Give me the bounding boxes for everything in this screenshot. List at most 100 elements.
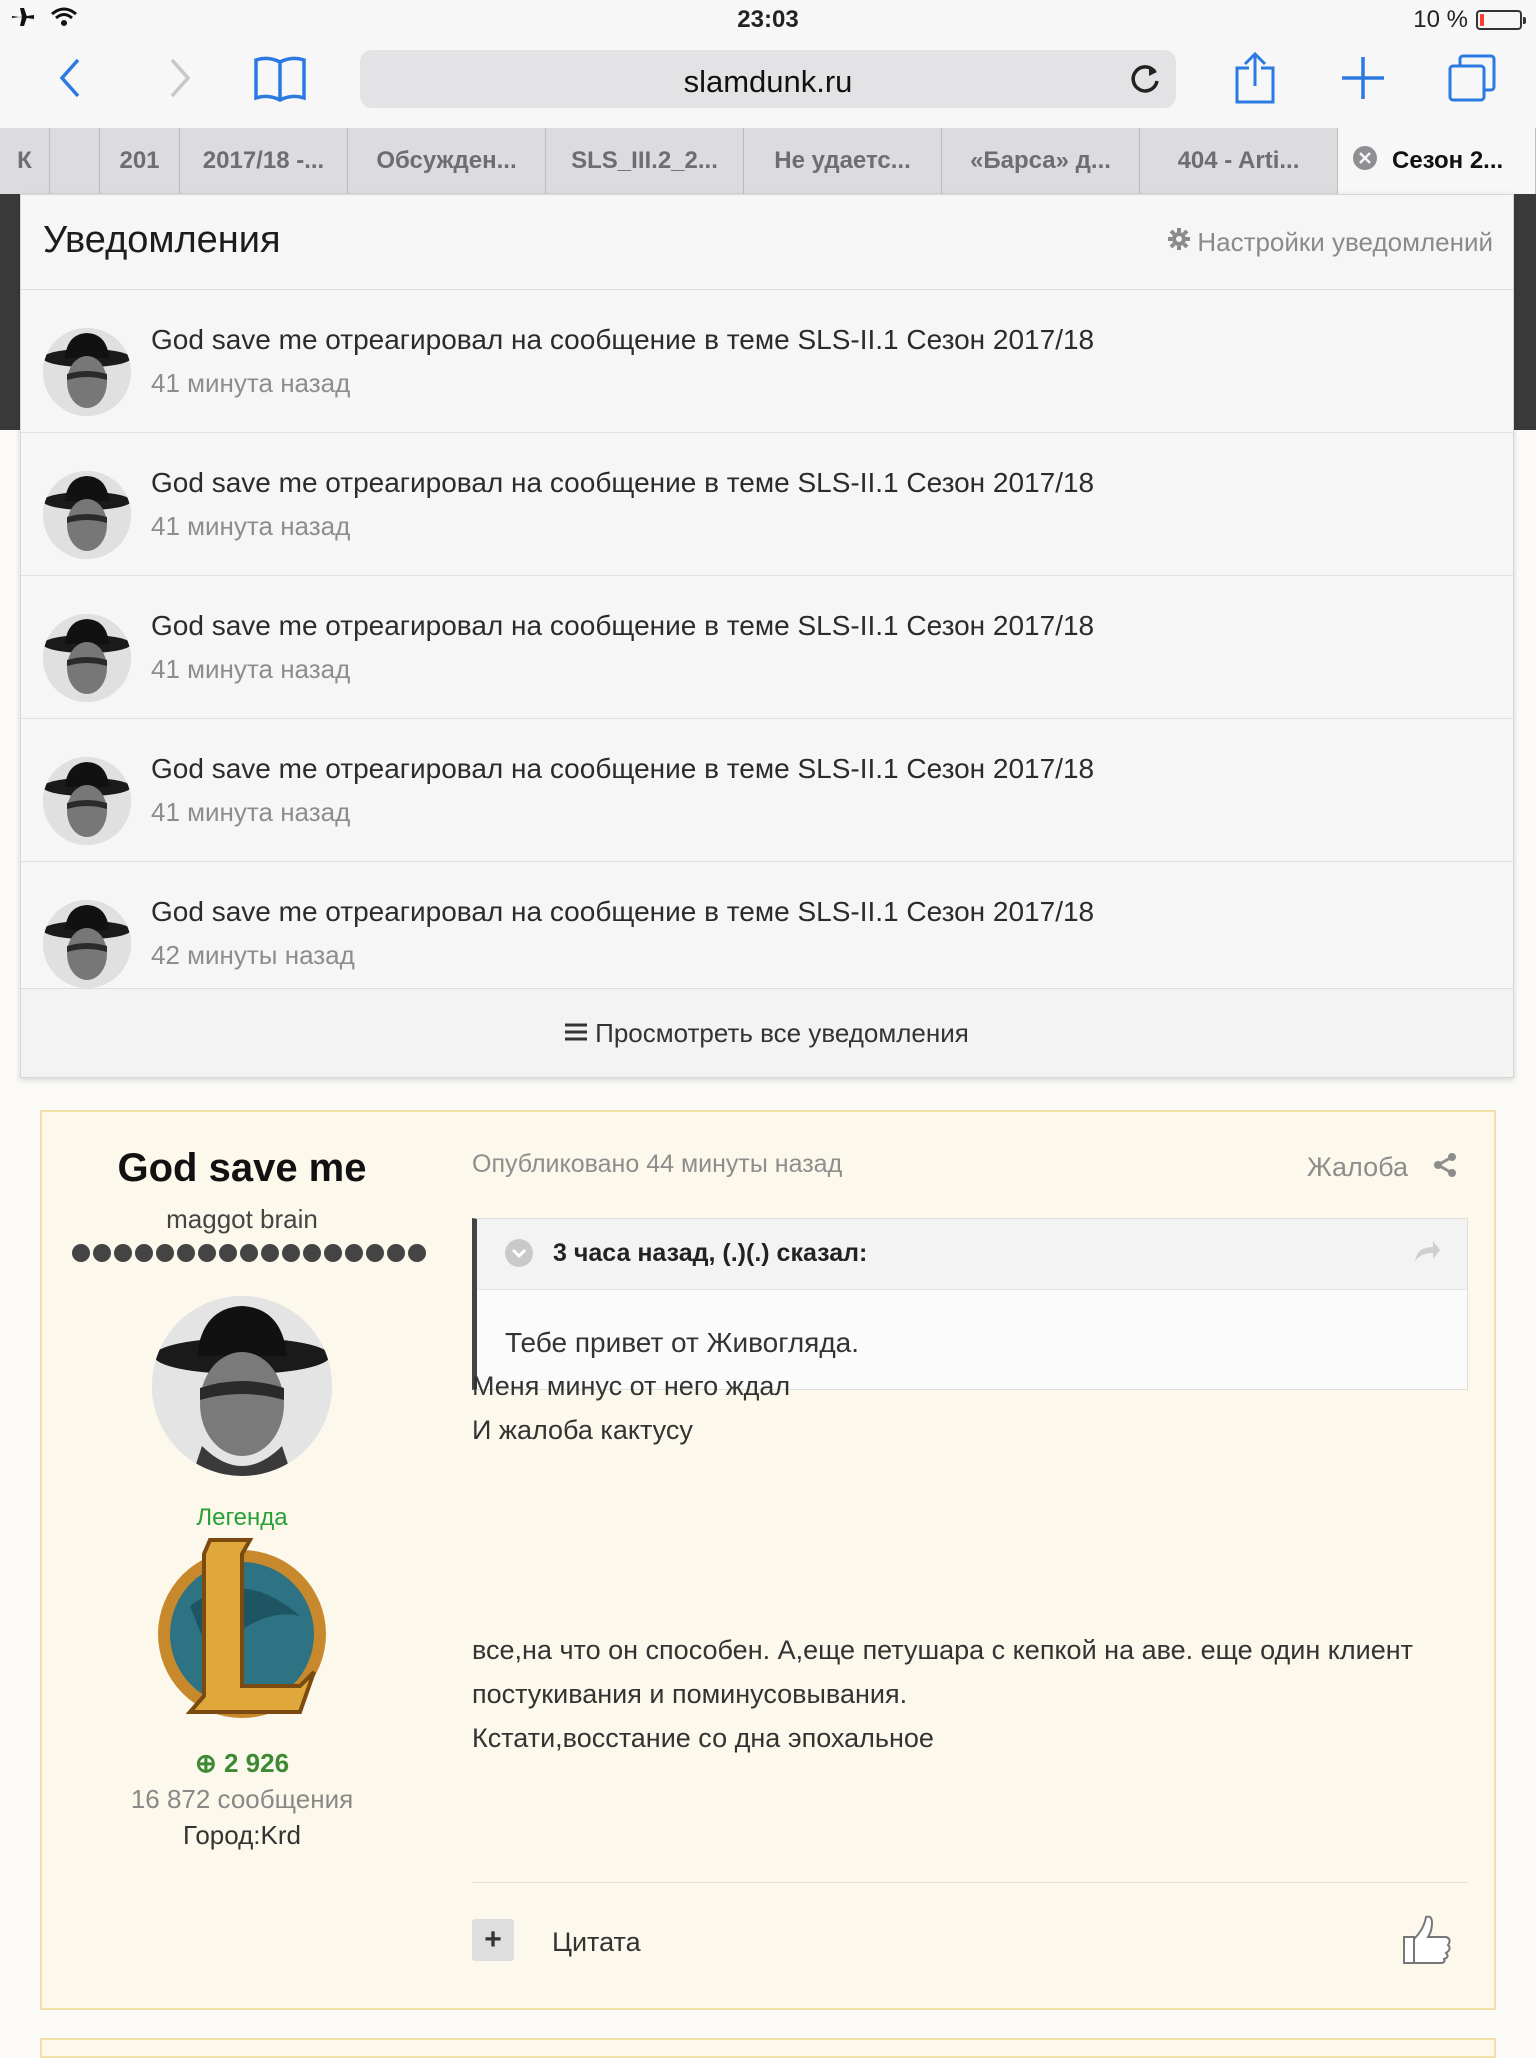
post-line: все,на что он способен. А,еще петушара с… (472, 1635, 1414, 1665)
avatar (43, 328, 131, 416)
next-post (40, 2038, 1496, 2058)
post-line: Кстати,восстание со дна эпохальное (472, 1723, 934, 1753)
share-icon[interactable] (1230, 40, 1280, 116)
reputation-pip (345, 1244, 363, 1262)
quote-citation: 3 часа назад, (.)(.) сказал: (553, 1239, 868, 1267)
notification-item[interactable]: God save me отреагировал на сообщение в … (21, 862, 1513, 1005)
post-line: постукивания и поминусовывания. (472, 1679, 908, 1709)
battery-percent: 10 % (1413, 6, 1468, 33)
reputation-pip (282, 1244, 300, 1262)
quote-text: Тебе привет от Живогляда. (505, 1327, 860, 1358)
new-tab-icon[interactable] (1338, 40, 1388, 116)
notification-time: 41 минута назад (151, 511, 351, 541)
post-footer: + Цитата (472, 1882, 1468, 2003)
browser-tab[interactable]: Не удаетс... (744, 128, 942, 194)
multiquote-plus-button[interactable]: + (472, 1919, 514, 1961)
forum-post: God save me maggot brain Легенда ⊕ 2 926… (40, 1110, 1496, 2010)
notifications-panel: Уведомления Настройки уведомлений God sa… (20, 194, 1514, 1078)
reputation-pip (408, 1244, 426, 1262)
forward-icon[interactable] (160, 40, 200, 116)
url-text: slamdunk.ru (683, 64, 853, 99)
chevron-down-icon[interactable] (505, 1239, 533, 1267)
quote-button[interactable]: Цитата (552, 1927, 641, 1958)
avatar (43, 757, 131, 845)
avatar (43, 900, 131, 988)
reputation-pip (387, 1244, 405, 1262)
notification-list: God save me отреагировал на сообщение в … (21, 290, 1513, 1005)
reputation-pip (303, 1244, 321, 1262)
view-all-notifications-button[interactable]: Просмотреть все уведомления (21, 988, 1513, 1077)
tab-label: «Барса» д... (970, 147, 1111, 174)
post-line: Меня минус от него ждал (472, 1371, 791, 1401)
notification-item[interactable]: God save me отреагировал на сообщение в … (21, 433, 1513, 576)
tab-label: 2017/18 -... (202, 147, 325, 174)
reload-icon[interactable] (1128, 62, 1162, 101)
notification-time: 41 минута назад (151, 797, 351, 827)
notification-text: God save me отреагировал на сообщение в … (151, 896, 1095, 927)
panel-title: Уведомления (43, 219, 281, 261)
browser-tab[interactable]: Сезон 2... (1338, 128, 1536, 194)
reputation-pip (219, 1244, 237, 1262)
tab-label: 201 (119, 147, 160, 174)
battery-icon (1476, 10, 1526, 30)
plus-circle-icon: ⊕ (194, 1748, 217, 1778)
avatar (43, 614, 131, 702)
message-count: 16 872 сообщения (130, 1784, 354, 1814)
bookmarks-icon[interactable] (250, 40, 310, 116)
menu-icon (565, 1018, 588, 1049)
author-city: Город:Krd (182, 1820, 301, 1850)
browser-tab[interactable]: К (0, 128, 50, 194)
reputation-count: ⊕ 2 926 (194, 1748, 290, 1778)
notification-settings-link[interactable]: Настройки уведомлений (1167, 227, 1493, 258)
address-bar[interactable]: slamdunk.ru (360, 50, 1176, 108)
notification-text: God save me отреагировал на сообщение в … (151, 753, 1095, 784)
share-icon[interactable] (1432, 1152, 1458, 1183)
post-date: Опубликовано 44 минуты назад (472, 1150, 843, 1178)
tabs-overview-icon[interactable] (1444, 40, 1500, 116)
rank-label: Легенда (196, 1504, 288, 1531)
back-icon[interactable] (50, 40, 90, 116)
status-bar: 23:03 10 % (0, 0, 1536, 40)
tab-label: SLS_III.2_2... (571, 147, 718, 174)
thumbs-up-icon[interactable] (1398, 1911, 1454, 1972)
browser-tab[interactable]: 2017/18 -... (180, 128, 348, 194)
reputation-pip (198, 1244, 216, 1262)
reputation-pip (93, 1244, 111, 1262)
notification-item[interactable]: God save me отреагировал на сообщение в … (21, 719, 1513, 862)
notification-time: 41 минута назад (151, 654, 351, 684)
report-link[interactable]: Жалоба (1307, 1152, 1408, 1183)
browser-tab[interactable]: 201 (100, 128, 180, 194)
close-tab-icon[interactable] (1352, 145, 1378, 178)
browser-tab[interactable]: «Барса» д... (942, 128, 1140, 194)
reputation-pips (72, 1244, 426, 1262)
browser-tab[interactable]: 404 - Arti... (1140, 128, 1338, 194)
rank-badge-icon (150, 1536, 334, 1720)
tab-label: 404 - Arti... (1177, 147, 1300, 174)
reputation-pip (240, 1244, 258, 1262)
tab-label: Обсужден... (376, 147, 517, 174)
avatar (43, 471, 131, 559)
reputation-pip (72, 1244, 90, 1262)
notification-text: God save me отреагировал на сообщение в … (151, 610, 1095, 641)
tab-strip: К 201 2017/18 -... Обсужден... SLS_III.2_2..… (0, 128, 1536, 195)
notification-item[interactable]: God save me отреагировал на сообщение в … (21, 290, 1513, 433)
browser-tab[interactable] (50, 128, 100, 194)
tab-label: К (17, 147, 32, 174)
browser-tab[interactable]: SLS_III.2_2... (546, 128, 744, 194)
gear-icon (1167, 227, 1191, 258)
author-title: maggot brain (166, 1204, 318, 1234)
reputation-pip (156, 1244, 174, 1262)
notification-time: 42 минуты назад (151, 940, 355, 970)
settings-label: Настройки уведомлений (1197, 227, 1493, 257)
browser-tab[interactable]: Обсужден... (348, 128, 546, 194)
go-to-quote-icon[interactable] (1413, 1239, 1441, 1268)
avatar[interactable] (152, 1296, 332, 1476)
post-content: Опубликовано 44 минуты назад Жалоба 3 ча… (472, 1112, 1468, 2012)
browser-toolbar: slamdunk.ru (0, 40, 1536, 128)
reputation-pip (114, 1244, 132, 1262)
notification-item[interactable]: God save me отреагировал на сообщение в … (21, 576, 1513, 719)
reputation-pip (366, 1244, 384, 1262)
reputation-pip (324, 1244, 342, 1262)
tab-label: Сезон 2... (1392, 147, 1504, 174)
author-name[interactable]: God save me (42, 1146, 442, 1191)
